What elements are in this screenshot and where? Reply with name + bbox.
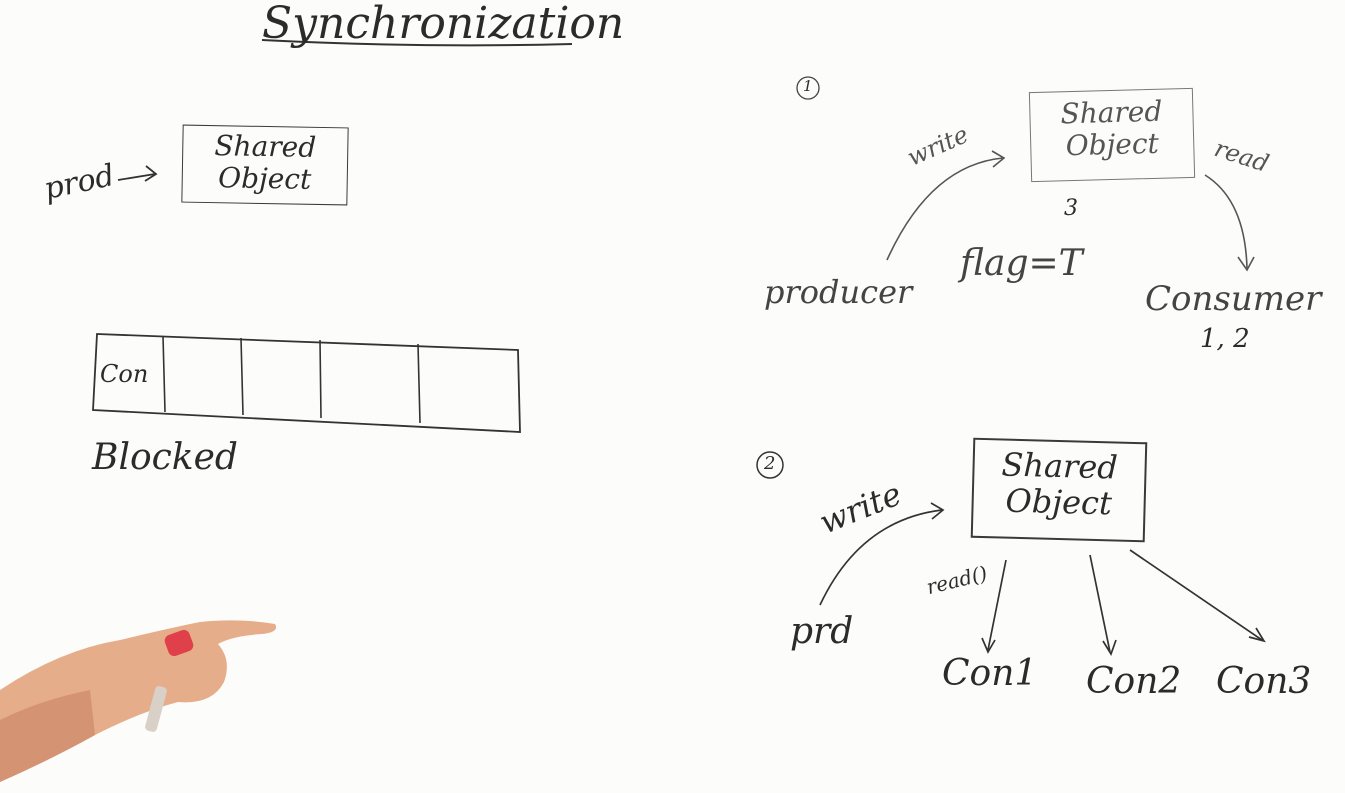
scenario2-consumer-2: Con2 [1086, 661, 1182, 702]
prod-arrowhead [144, 165, 158, 182]
scenario2-producer: prd [790, 611, 854, 652]
page-title: Synchronization [262, 0, 625, 49]
scenario1-consumer-values: 1, 2 [1200, 324, 1250, 354]
scenario2-shared-object-line1: Shared [1000, 445, 1119, 487]
scenario2-read-arrow-con1 [987, 559, 1007, 651]
scenario2-consumer-1: Con1 [942, 653, 1038, 694]
scenario1-read-arrow [1204, 174, 1248, 269]
scenario1-consumer: Consumer [1145, 279, 1322, 319]
scenario2-consumer-3: Con3 [1216, 661, 1312, 702]
left-shared-object-line2: Object [217, 161, 312, 196]
scenario2-read-arrow-con3 [1129, 549, 1263, 641]
scenario1-flag: flag=T [960, 243, 1083, 284]
queue-outline [92, 333, 521, 433]
left-shared-object-box: Shared Object [181, 124, 349, 206]
scenario2-shared-object-box: Shared Object [970, 437, 1148, 543]
queue-divider-3 [319, 339, 322, 419]
presenter-hand [0, 620, 277, 782]
scenario2-number: 2 [764, 453, 776, 474]
scenario2-shared-object-line2: Object [1005, 481, 1113, 523]
scenario1-producer: producer [764, 273, 913, 311]
scenario1-shared-object-line2: Object [1065, 126, 1160, 163]
scenario2-read-arrow-con2 [1089, 554, 1111, 653]
blocked-label: Blocked [92, 437, 238, 478]
whiteboard: Synchronization prod Shared Object Con B… [0, 0, 1345, 793]
left-shared-object-line1: Shared [214, 129, 317, 164]
queue-cell-label: Con [100, 360, 149, 388]
scenario1-number: 1 [803, 77, 813, 95]
queue-divider-2 [240, 337, 244, 416]
queue-divider-1 [162, 335, 166, 413]
scenario1-value: 3 [1064, 196, 1078, 221]
scenario1-shared-object-line1: Shared [1060, 94, 1163, 131]
queue-divider-4 [417, 343, 421, 424]
scenario1-shared-object-box: Shared Object [1028, 87, 1196, 183]
